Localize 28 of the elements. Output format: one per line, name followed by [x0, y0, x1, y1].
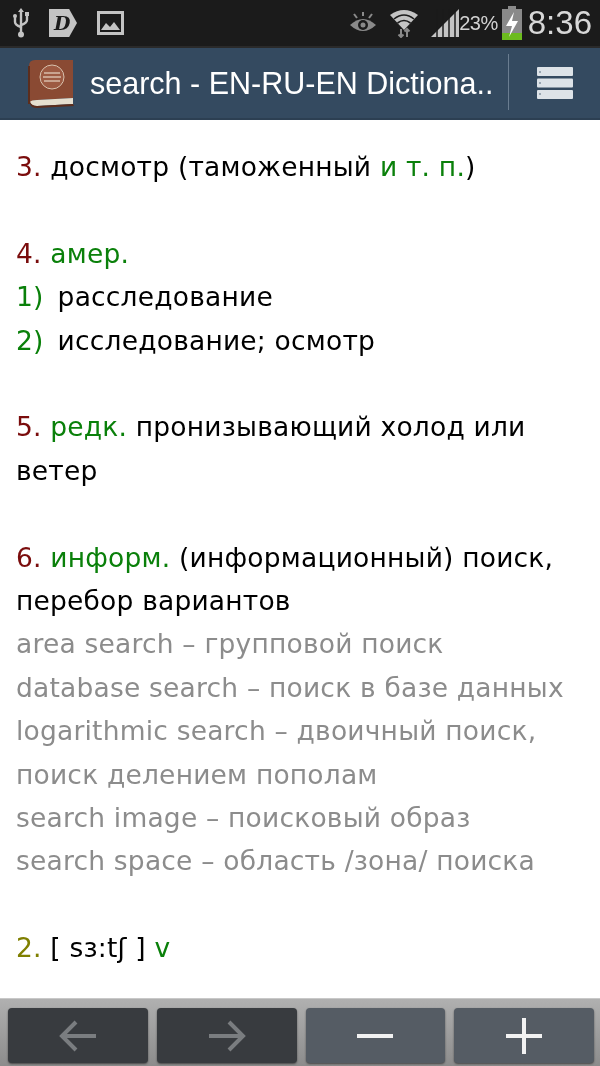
zoom-in-button[interactable]: [454, 1008, 594, 1063]
battery-percent: 23%: [459, 11, 498, 35]
usage-example: search image – поисковый образ: [16, 801, 471, 836]
signal-icon: [431, 9, 460, 37]
sense-subitem: 1) расследование: [16, 280, 273, 315]
wifi-icon: [389, 8, 420, 38]
usb-icon: [13, 8, 29, 38]
sense-text: 2. [ sɜ:tʃ ] v: [16, 931, 171, 966]
sense-text: 5. редк. пронизывающий холод или ветер: [16, 410, 527, 488]
usage-example: area search – групповой поиск: [16, 627, 444, 662]
right-arrow-icon: [207, 1018, 246, 1053]
menu-icon: [536, 67, 573, 99]
minus-icon: [357, 1033, 394, 1038]
sense-text: 4. амер.: [16, 236, 130, 271]
plus-icon: [506, 1017, 543, 1054]
left-arrow-icon: [58, 1018, 97, 1053]
zoom-out-button[interactable]: [305, 1008, 446, 1063]
sense-subitem: 2) исследование; осмотр: [16, 323, 376, 358]
sense-text: 6. информ. (информационный) поиск, перебор вариантов: [16, 540, 555, 618]
sense-text: 3. досмотр (таможенный и т. п.): [16, 150, 476, 184]
usage-example: database search – поиск в базе данных: [16, 670, 564, 705]
image-icon: [97, 11, 124, 35]
battery-icon: [501, 6, 522, 40]
app-title: search - EN-RU-EN Dictiona..: [90, 65, 494, 101]
app-notification-icon: D: [49, 9, 77, 37]
usage-example: search space – область /зона/ поиска: [16, 844, 535, 879]
book-icon: [25, 58, 77, 108]
clock-time: 8:36: [527, 4, 592, 42]
